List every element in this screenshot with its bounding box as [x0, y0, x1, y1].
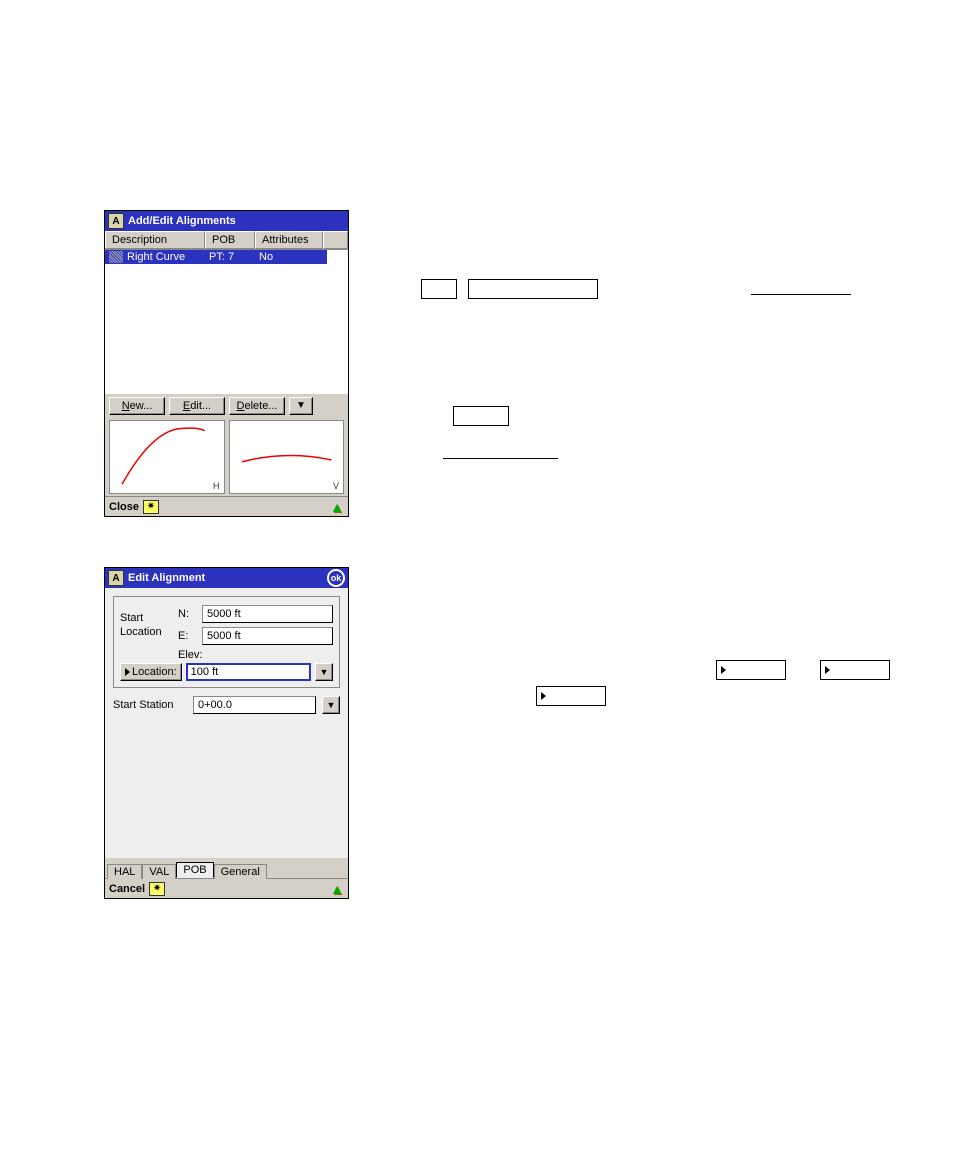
button-row: New... Edit... Delete... ▼: [105, 394, 348, 418]
close-button[interactable]: Close: [109, 501, 139, 513]
vertical-preview[interactable]: V: [229, 420, 345, 494]
list-row-selected[interactable]: Right Curve PT: 7 No: [105, 250, 327, 264]
titlebar: A Add/Edit Alignments: [105, 211, 348, 231]
new-button[interactable]: New...: [109, 397, 165, 415]
tab-pob[interactable]: POB: [176, 862, 213, 878]
row-pob: PT: 7: [209, 251, 259, 263]
row-icon: [109, 251, 123, 263]
warning-triangle-icon[interactable]: ▲: [330, 499, 344, 515]
start-station-dropdown-button[interactable]: ▼: [322, 696, 340, 714]
alignment-list[interactable]: Right Curve PT: 7 No: [105, 250, 348, 394]
edit-button[interactable]: Edit...: [169, 397, 225, 415]
col-blank: [323, 231, 348, 249]
doc-box-arrow-2: [820, 660, 890, 680]
tab-val[interactable]: VAL: [142, 864, 176, 879]
ok-button[interactable]: ok: [327, 569, 345, 587]
triangle-right-icon: [721, 666, 726, 674]
preview-h-label: H: [213, 481, 220, 491]
triangle-right-icon: [125, 668, 130, 676]
e-label: E:: [178, 630, 202, 642]
app-icon: A: [108, 213, 124, 229]
titlebar: A Edit Alignment ok: [105, 568, 348, 588]
doc-box-2: [468, 279, 598, 299]
start-location-group: StartLocation N: 5000 ft E: 5000 ft Elev…: [113, 596, 340, 688]
bottom-bar: Cancel ✷ ▲: [105, 878, 348, 898]
doc-underline-1: [751, 294, 851, 295]
window-title: Edit Alignment: [128, 572, 205, 584]
location-button[interactable]: Location:: [120, 663, 182, 681]
app-icon: A: [108, 570, 124, 586]
doc-underline-2: [443, 458, 558, 459]
preview-row: H V: [105, 418, 348, 496]
row-attr: No: [259, 251, 273, 263]
doc-box-1: [421, 279, 457, 299]
form-area: StartLocation N: 5000 ft E: 5000 ft Elev…: [105, 588, 348, 858]
n-input[interactable]: 5000 ft: [202, 605, 333, 623]
tab-hal[interactable]: HAL: [107, 864, 142, 879]
col-description[interactable]: Description: [105, 231, 205, 249]
start-location-label: StartLocation: [120, 611, 178, 640]
window-title: Add/Edit Alignments: [128, 215, 236, 227]
n-label: N:: [178, 608, 202, 620]
window-edit-alignment: A Edit Alignment ok StartLocation N: 500…: [104, 567, 349, 899]
row-desc: Right Curve: [127, 251, 209, 263]
horizontal-preview[interactable]: H: [109, 420, 225, 494]
start-station-row: Start Station 0+00.0 ▼: [113, 696, 340, 714]
warning-triangle-icon[interactable]: ▲: [330, 881, 344, 897]
bottom-bar: Close ✷ ▲: [105, 496, 348, 516]
elev-dropdown-button[interactable]: ▼: [315, 663, 333, 681]
horizontal-curve-icon: [110, 421, 224, 493]
more-dropdown-button[interactable]: ▼: [289, 397, 313, 415]
doc-box-arrow-3: [536, 686, 606, 706]
col-attributes[interactable]: Attributes: [255, 231, 323, 249]
e-input[interactable]: 5000 ft: [202, 627, 333, 645]
preview-v-label: V: [333, 481, 339, 491]
doc-box-arrow-1: [716, 660, 786, 680]
vertical-curve-icon: [230, 421, 344, 493]
triangle-right-icon: [541, 692, 546, 700]
col-pob[interactable]: POB: [205, 231, 255, 249]
window-add-edit-alignments: A Add/Edit Alignments Description POB At…: [104, 210, 349, 517]
start-station-label: Start Station: [113, 699, 187, 711]
column-headers: Description POB Attributes: [105, 231, 348, 250]
star-icon[interactable]: ✷: [149, 882, 165, 896]
elev-label: Elev:: [178, 649, 333, 661]
start-station-input[interactable]: 0+00.0: [193, 696, 316, 714]
star-icon[interactable]: ✷: [143, 500, 159, 514]
cancel-button[interactable]: Cancel: [109, 883, 145, 895]
tab-general[interactable]: General: [214, 864, 267, 879]
tab-bar: HAL VAL POB General: [105, 858, 348, 878]
elev-input[interactable]: 100 ft: [186, 663, 311, 681]
delete-button[interactable]: Delete...: [229, 397, 285, 415]
triangle-right-icon: [825, 666, 830, 674]
doc-box-3: [453, 406, 509, 426]
